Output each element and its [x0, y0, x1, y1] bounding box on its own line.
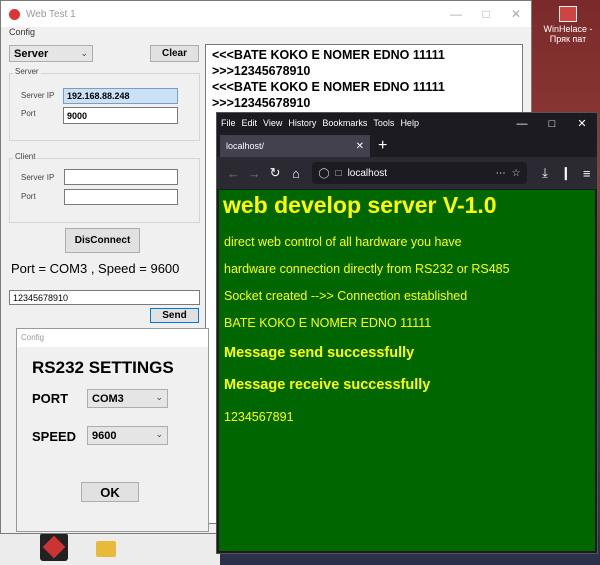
- log-line: >>>12345678910: [212, 64, 311, 78]
- url-bar[interactable]: ◯ □ localhost ⋯ ☆: [312, 162, 527, 184]
- reload-icon[interactable]: ↻: [265, 165, 286, 181]
- maximize-icon[interactable]: □: [471, 1, 501, 27]
- desktop-icon-strip: [0, 530, 220, 565]
- received-value: 1234567891: [224, 410, 294, 424]
- port-label: PORT: [32, 391, 69, 406]
- menu-file[interactable]: File: [221, 118, 236, 128]
- client-port-field[interactable]: [64, 189, 178, 205]
- menu-history[interactable]: History: [288, 118, 316, 128]
- speed-select[interactable]: 9600 ⌄: [87, 426, 168, 445]
- browser-window: File Edit View History Bookmarks Tools H…: [216, 112, 598, 554]
- server-ip-field[interactable]: 192.168.88.248: [63, 88, 178, 104]
- library-icon[interactable]: ❙: [555, 165, 576, 181]
- hamburger-menu-icon[interactable]: ≡: [576, 166, 597, 181]
- page-text: Socket created -->> Connection establish…: [224, 289, 468, 303]
- window-title: Web Test 1: [26, 8, 76, 20]
- nav-toolbar: ← → ↻ ⌂ ◯ □ localhost ⋯ ☆ ⤓ ❙ ≡: [217, 157, 597, 189]
- client-ip-field[interactable]: [64, 169, 178, 185]
- chevron-down-icon: ⌄: [155, 392, 163, 402]
- chevron-down-icon: ⌄: [80, 48, 88, 58]
- desktop-shortcut-icon[interactable]: [40, 533, 68, 561]
- desktop-shortcut-icon[interactable]: [92, 533, 120, 561]
- menu-bookmarks[interactable]: Bookmarks: [322, 118, 367, 128]
- rs232-heading: RS232 SETTINGS: [32, 358, 174, 377]
- port-speed-status: Port = COM3 , Speed = 9600: [11, 261, 180, 276]
- server-port-label: Port: [21, 109, 36, 118]
- minimize-icon[interactable]: —: [507, 113, 537, 133]
- page-text: direct web control of all hardware you h…: [224, 235, 462, 249]
- forward-icon[interactable]: →: [244, 166, 265, 181]
- page-icon: □: [335, 167, 342, 179]
- server-ip-label: Server IP: [21, 91, 55, 100]
- back-icon[interactable]: ←: [223, 166, 244, 181]
- browser-window-controls: — □ ✕: [507, 113, 597, 133]
- new-tab-icon[interactable]: +: [378, 135, 387, 157]
- disconnect-button[interactable]: DisConnect: [65, 228, 140, 253]
- dialog-title: Config: [17, 329, 208, 347]
- shield-icon[interactable]: ◯: [318, 168, 329, 179]
- chevron-down-icon: ⌄: [155, 429, 163, 439]
- menu-tools[interactable]: Tools: [373, 118, 394, 128]
- page-text: BATE KOKO E NOMER EDNO 11111: [224, 316, 432, 330]
- page-actions-icon[interactable]: ⋯: [496, 168, 506, 179]
- speed-label: SPEED: [32, 429, 77, 444]
- ok-button[interactable]: OK: [81, 482, 139, 502]
- menu-config[interactable]: Config: [1, 27, 531, 41]
- send-input[interactable]: 12345678910: [9, 290, 200, 305]
- page-title: web develop server V-1.0: [223, 192, 497, 218]
- clear-button[interactable]: Clear: [150, 45, 199, 62]
- desktop-icon-winhelace[interactable]: WinHelace - Пряк пат: [538, 6, 598, 44]
- download-icon[interactable]: ⤓: [535, 165, 556, 181]
- close-icon[interactable]: ✕: [567, 113, 597, 133]
- mode-select[interactable]: Server ⌄: [9, 45, 93, 62]
- page-content: web develop server V-1.0 direct web cont…: [219, 190, 595, 551]
- port-select[interactable]: COM3 ⌄: [87, 389, 168, 408]
- menu-view[interactable]: View: [263, 118, 282, 128]
- client-group-label: Client: [13, 152, 38, 161]
- config-dialog: Config RS232 SETTINGS PORT COM3 ⌄ SPEED …: [16, 328, 209, 532]
- menu-help[interactable]: Help: [400, 118, 419, 128]
- minimize-icon[interactable]: —: [441, 1, 471, 27]
- send-button[interactable]: Send: [150, 308, 199, 323]
- tab-title: localhost/: [226, 141, 265, 151]
- page-text: hardware connection directly from RS232 …: [224, 262, 510, 276]
- log-line: >>>12345678910: [212, 96, 311, 110]
- close-tab-icon[interactable]: ✕: [356, 141, 364, 152]
- app-icon: [559, 6, 577, 22]
- client-port-label: Port: [21, 192, 36, 201]
- maximize-icon[interactable]: □: [537, 113, 567, 133]
- log-line: <<<BATE KOKO E NOMER EDNO 11111: [212, 48, 445, 62]
- close-icon[interactable]: ✕: [501, 1, 531, 27]
- client-ip-label: Server IP: [21, 173, 55, 182]
- server-group-label: Server: [13, 67, 41, 76]
- app-icon: [9, 8, 20, 20]
- tab-strip: localhost/ ✕ +: [217, 133, 597, 157]
- send-status: Message send successfully: [224, 345, 415, 361]
- server-port-field[interactable]: 9000: [63, 107, 178, 124]
- tab-localhost[interactable]: localhost/ ✕: [220, 135, 370, 157]
- menu-edit[interactable]: Edit: [242, 118, 258, 128]
- star-icon[interactable]: ☆: [512, 168, 521, 179]
- window-controls: — □ ✕: [441, 1, 531, 27]
- home-icon[interactable]: ⌂: [285, 166, 306, 181]
- receive-status: Message receive successfully: [224, 377, 431, 393]
- log-line: <<<BATE KOKO E NOMER EDNO 11111: [212, 80, 445, 94]
- url-text: localhost: [347, 167, 388, 179]
